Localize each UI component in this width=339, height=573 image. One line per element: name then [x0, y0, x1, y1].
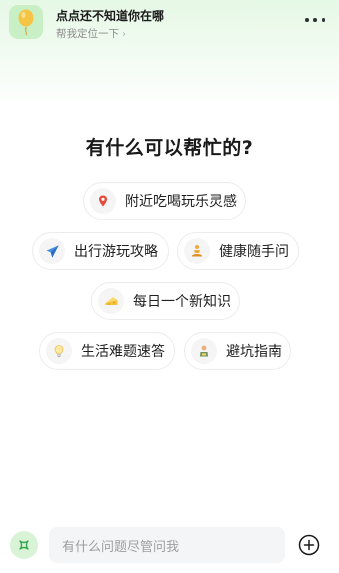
- lightbulb-icon: [46, 338, 72, 364]
- suggestion-chip-health[interactable]: 健康随手问: [177, 232, 299, 270]
- suggestion-label: 附近吃喝玩乐灵感: [125, 194, 237, 210]
- input-bar: 有什么问题尽管问我: [0, 522, 339, 570]
- suggestion-chip-daily-knowledge[interactable]: 每日一个新知识: [91, 282, 240, 320]
- suggestion-chip-pitfall-guide[interactable]: 避坑指南: [184, 332, 291, 370]
- assistant-icon[interactable]: [10, 531, 38, 559]
- suggestion-label: 健康随手问: [219, 244, 289, 260]
- locate-me-link[interactable]: 帮我定位一下 ›: [56, 26, 126, 41]
- cheese-icon: [98, 288, 124, 314]
- balloon-icon[interactable]: [9, 5, 43, 39]
- more-icon[interactable]: [305, 14, 325, 26]
- suggestion-chip-life-problems[interactable]: 生活难题速答: [39, 332, 175, 370]
- location-title: 点点还不知道你在哪: [56, 9, 165, 23]
- airplane-icon: [39, 238, 65, 264]
- location-pin-icon: [90, 188, 116, 214]
- locate-me-label: 帮我定位一下: [56, 28, 119, 40]
- plus-circle-icon[interactable]: [298, 534, 320, 556]
- suggestion-label: 避坑指南: [226, 344, 282, 360]
- suggestion-chip-nearby[interactable]: 附近吃喝玩乐灵感: [83, 182, 246, 220]
- header: 点点还不知道你在哪 帮我定位一下 ›: [0, 0, 339, 52]
- page-title: 有什么可以帮忙的?: [85, 137, 254, 159]
- suggestion-label: 每日一个新知识: [133, 294, 231, 310]
- suggestion-chip-travel[interactable]: 出行游玩攻略: [32, 232, 169, 270]
- chevron-right-icon: ›: [122, 29, 126, 40]
- chat-input-placeholder: 有什么问题尽管问我: [62, 539, 180, 555]
- meditation-icon: [184, 238, 210, 264]
- suggestion-label: 生活难题速答: [81, 344, 165, 360]
- suggestion-label: 出行游玩攻略: [74, 244, 158, 260]
- chat-input[interactable]: 有什么问题尽管问我: [49, 527, 285, 563]
- guide-icon: [191, 338, 217, 364]
